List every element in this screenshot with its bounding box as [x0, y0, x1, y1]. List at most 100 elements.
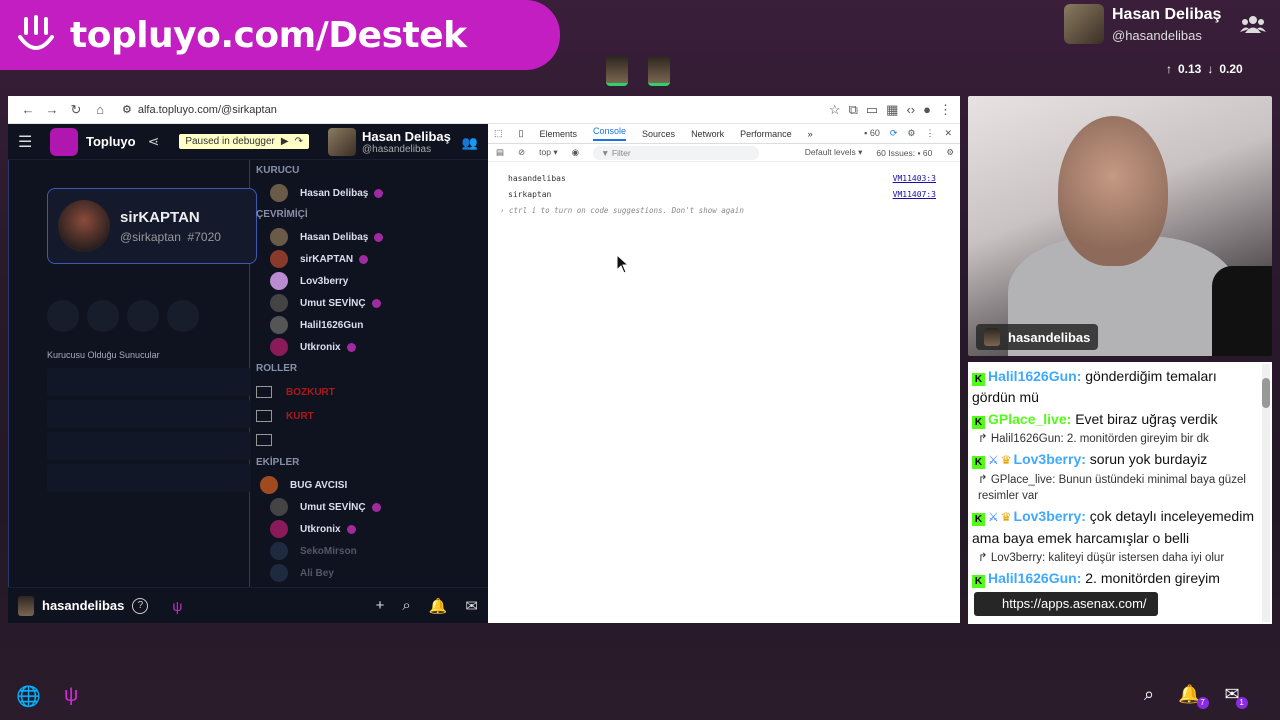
role-row[interactable] [256, 428, 488, 452]
sidebar-toggle-icon[interactable]: ▤ [496, 147, 504, 158]
member-row[interactable]: Ali Bey [256, 562, 488, 584]
code-icon[interactable]: ‹› [906, 102, 915, 118]
microphone [1212, 266, 1272, 356]
tab-elements[interactable]: Elements [539, 129, 577, 139]
card-tag: #7020 [187, 229, 221, 244]
extensions-icon[interactable]: ⧉ [849, 102, 858, 118]
console-prompt[interactable]: › ctrl i to turn on code suggestions. Do… [488, 206, 960, 215]
member-name: sirKAPTAN [300, 253, 354, 265]
member-row[interactable]: Lov3berry [256, 270, 488, 292]
mail-icon[interactable]: ✉ [465, 597, 478, 615]
globe-icon[interactable]: 🌐 [16, 684, 41, 709]
more-tabs-icon[interactable]: » [808, 129, 813, 139]
chat-message: K Halil1626Gun: gönderdiğim temaları görd… [972, 366, 1258, 408]
search-icon[interactable]: ⌕ [402, 597, 410, 615]
avatar [270, 564, 288, 582]
grid-icon[interactable]: ▦ [886, 102, 898, 118]
kick-badge-icon: K [972, 416, 985, 429]
log-source-link[interactable]: VM11403:3 [893, 174, 960, 183]
link-overlay[interactable]: https://apps.asenax.com/ [974, 592, 1158, 616]
chat-username[interactable]: Lov3berry [1014, 451, 1082, 467]
chat-scrollbar[interactable] [1262, 364, 1270, 622]
profile-name: Hasan Delibaş [362, 129, 451, 144]
sync-icon[interactable]: ⟳ [890, 128, 898, 139]
clear-console-icon[interactable]: ⊘ [518, 147, 525, 158]
close-icon[interactable]: ✕ [944, 128, 952, 139]
chat-username[interactable]: Halil1626Gun [988, 570, 1077, 586]
reply-text: Halil1626Gun: 2. monitörden gireyim bir … [990, 433, 1209, 445]
menu-kebab-icon[interactable]: ⋮ [939, 102, 952, 118]
settings-icon[interactable]: ⚙ [907, 128, 915, 139]
issues-indicator[interactable]: 60 Issues: ▪ 60 [876, 148, 932, 158]
member-row[interactable]: Halil1626Gun [256, 314, 488, 336]
tab-sources[interactable]: Sources [642, 129, 675, 139]
topluyo-logo-icon[interactable]: ψ [64, 684, 78, 707]
member-row[interactable]: Hasan Delibaş [256, 182, 488, 204]
resume-icon[interactable]: ▶ [281, 136, 289, 147]
member-row[interactable]: Hasan Delibaş [256, 226, 488, 248]
forward-icon[interactable]: → [40, 102, 64, 117]
log-source-link[interactable]: VM11407:3 [893, 190, 960, 199]
member-row[interactable]: SekoMirson [256, 540, 488, 562]
devices-icon[interactable]: ▭ [866, 102, 878, 118]
bell-icon[interactable]: 🔔 7 [1178, 684, 1209, 709]
mail-count: 1 [1235, 697, 1248, 709]
eye-icon[interactable]: ◉ [572, 147, 579, 158]
app-logo-icon[interactable] [50, 127, 78, 156]
context-select[interactable]: top ▾ [539, 147, 557, 158]
tab-console[interactable]: Console [593, 126, 627, 141]
chat-username[interactable]: Halil1626Gun [988, 368, 1077, 384]
team-row[interactable]: BUG AVCISI [256, 474, 488, 496]
device-toolbar-icon[interactable]: ▯ [519, 128, 524, 139]
filter-input[interactable]: ▼ Filter [593, 145, 760, 160]
role-name: BOZKURT [286, 386, 335, 398]
bookmark-star-icon[interactable]: ☆ [829, 102, 841, 118]
message-count[interactable]: ▪ 60 [864, 128, 880, 139]
inspect-icon[interactable]: ⬚ [494, 128, 503, 139]
member-row[interactable]: Umut SEVİNÇ [256, 496, 488, 518]
tab-performance[interactable]: Performance [740, 129, 792, 139]
member-row[interactable]: sirKAPTAN [256, 248, 488, 270]
share-icon[interactable]: ⋖ [148, 133, 160, 150]
header-profile[interactable]: Hasan Delibaş @hasandelibas [328, 128, 451, 156]
reply-icon: ↱ [978, 474, 991, 486]
chat-text: sorun yok burdayiz [1089, 451, 1208, 467]
chat-username[interactable]: GPlace_live [988, 411, 1067, 427]
mail-icon[interactable]: ✉ 1 [1225, 684, 1248, 709]
webcam-feed: hasandelibas [968, 96, 1272, 356]
devtools-menu-icon[interactable]: ⋮ [925, 128, 934, 139]
help-icon[interactable]: ? [132, 597, 149, 614]
profile-card[interactable]: sirKAPTAN @sirkaptan #7020 [47, 188, 257, 264]
back-icon[interactable]: ← [16, 102, 40, 117]
app-name: Topluyo [86, 134, 136, 149]
home-icon[interactable]: ⌂ [88, 102, 112, 117]
tab-network[interactable]: Network [691, 129, 724, 139]
console-settings-icon[interactable]: ⚙ [946, 147, 960, 158]
levels-select[interactable]: Default levels ▾ [805, 147, 863, 158]
member-row[interactable]: Utkronix [256, 518, 488, 540]
chat-username[interactable]: Lov3berry [1014, 508, 1082, 524]
server-placeholder [47, 400, 251, 428]
bell-icon[interactable]: 🔔 [429, 597, 448, 615]
menu-icon[interactable]: ☰ [18, 132, 36, 152]
add-icon[interactable]: + [376, 597, 385, 615]
avatar [606, 56, 628, 86]
card-name: sirKAPTAN [120, 208, 200, 226]
role-row[interactable]: KURT [256, 404, 488, 428]
reload-icon[interactable]: ↻ [64, 102, 88, 118]
address-bar[interactable]: ⚙ alfa.topluyo.com/@sirkaptan [122, 99, 722, 121]
role-row[interactable]: BOZKURT [256, 380, 488, 404]
step-icon[interactable]: ↷ [295, 136, 303, 147]
member-row[interactable]: Utkronix [256, 336, 488, 358]
search-icon[interactable]: ⌕ [1144, 684, 1154, 705]
topluyo-logo-icon[interactable]: ψ [172, 598, 182, 614]
avatar [270, 316, 288, 334]
members-icon[interactable]: 👥 [462, 135, 478, 151]
download-speed: 0.20 [1219, 62, 1243, 76]
site-settings-icon[interactable]: ⚙ [122, 103, 132, 116]
profile-icon[interactable]: ● [923, 102, 931, 118]
debugger-badge: Paused in debugger ▶ ↷ [179, 134, 309, 149]
users-icon[interactable] [1240, 14, 1266, 34]
chat-message: K GPlace_live: Evet biraz uğraş verdik [972, 409, 1258, 430]
member-row[interactable]: Umut SEVİNÇ [256, 292, 488, 314]
